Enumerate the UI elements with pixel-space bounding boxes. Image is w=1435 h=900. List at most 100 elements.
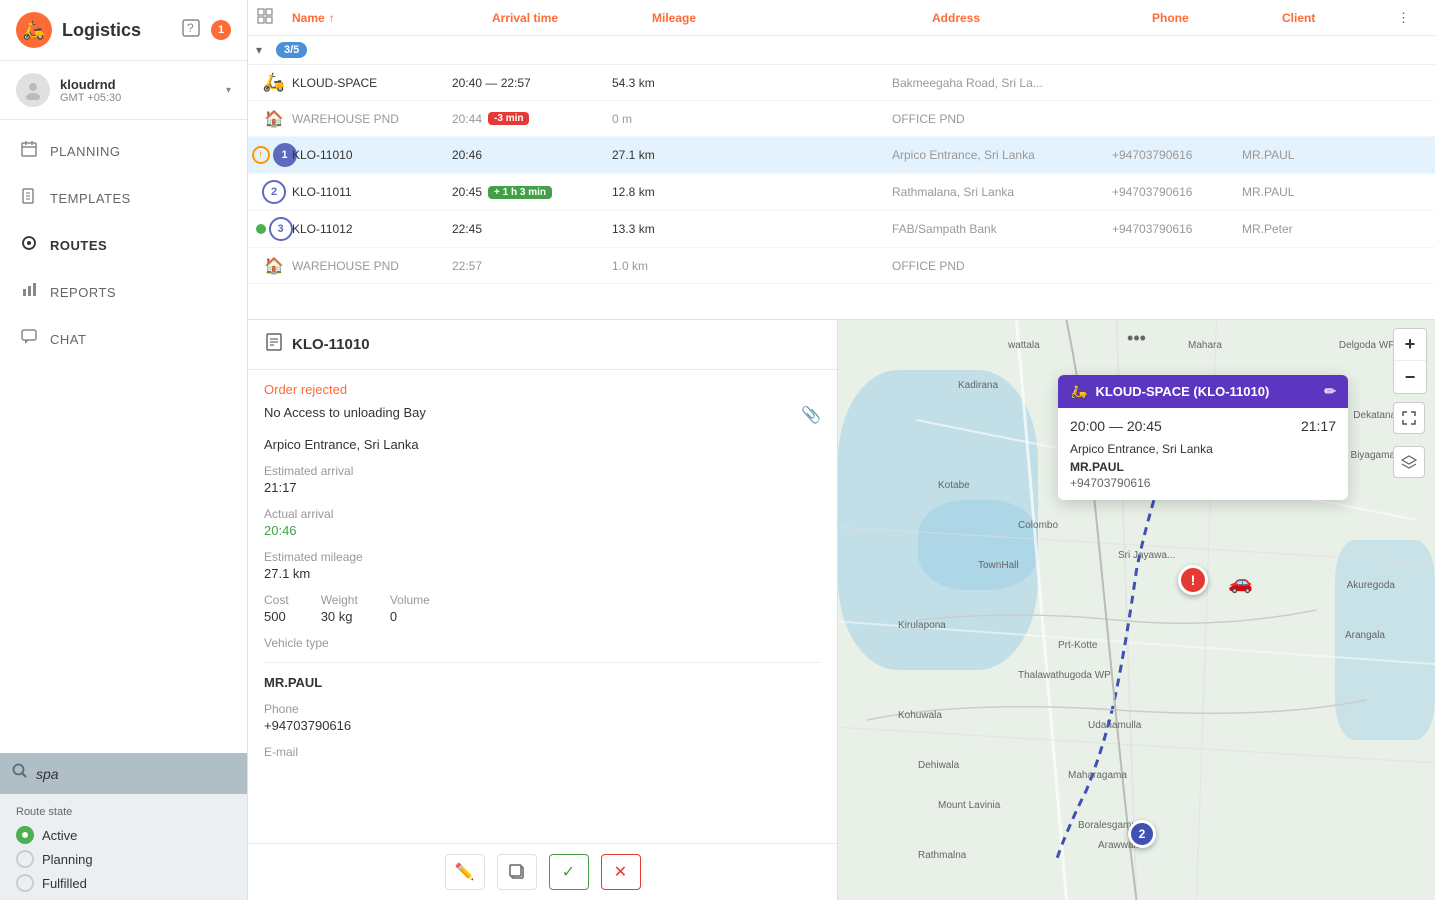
table-row[interactable]: 2 KLO-11011 20:45 + 1 h 3 min 12.8 km Ra… xyxy=(248,174,1435,211)
zoom-in-button[interactable]: + xyxy=(1394,329,1426,361)
city-kadirana: Kadirana xyxy=(958,380,998,391)
stop-mileage: 12.8 km xyxy=(612,185,892,199)
confirm-button[interactable]: ✓ xyxy=(549,854,589,890)
city-prt-kotte: Prt-Kotte xyxy=(1058,640,1097,651)
sort-icon: ↑ xyxy=(329,11,335,25)
expand-icon[interactable]: ▾ xyxy=(256,43,276,57)
search-input[interactable] xyxy=(36,766,235,782)
city-mtlavinia: Mount Lavinia xyxy=(938,800,1000,811)
popup-phone: +94703790616 xyxy=(1070,476,1336,490)
map-bg: wattala Mahara Delgoda WP Kadirana Kirib… xyxy=(838,320,1435,900)
sidebar-item-label-routes: ROUTES xyxy=(50,238,107,253)
sidebar-item-label-planning: PLANNING xyxy=(50,144,120,159)
stop-name: KLO-11012 xyxy=(292,222,452,236)
attach-icon[interactable]: 📎 xyxy=(801,405,821,425)
city-delgoda: Delgoda WP xyxy=(1339,340,1395,351)
stop-address: OFFICE PND xyxy=(892,259,1112,273)
city-arangala: Arangala xyxy=(1345,630,1385,641)
map-pin-2[interactable]: 2 xyxy=(1128,820,1156,848)
stop-indicator: 3 xyxy=(256,217,292,241)
email-field: E-mail xyxy=(264,745,821,759)
warehouse-icon: 🏠 xyxy=(264,109,284,129)
city-srijayawa: Sri Jayawa... xyxy=(1118,550,1175,561)
table-row[interactable]: 🏠 WAREHOUSE PND 20:44 -3 min 0 m OFFICE … xyxy=(248,101,1435,137)
stop-indicator: 🛵 xyxy=(256,72,292,93)
table-header-row: Name ↑ Arrival time Mileage Address Phon… xyxy=(248,0,1435,36)
cancel-button[interactable]: ✕ xyxy=(601,854,641,890)
popup-actual-time: 21:17 xyxy=(1301,418,1336,434)
green-dot xyxy=(256,224,266,234)
table-row[interactable]: 🛵 KLOUD-SPACE 20:40 — 22:57 54.3 km Bakm… xyxy=(248,65,1435,101)
map-section[interactable]: wattala Mahara Delgoda WP Kadirana Kirib… xyxy=(838,320,1435,900)
col-header-phone[interactable]: Phone xyxy=(1152,11,1282,25)
col-header-address[interactable]: Address xyxy=(932,11,1152,25)
detail-footer: ✏️ ✓ ✕ xyxy=(248,843,837,900)
divider xyxy=(264,662,821,663)
alert-pin: ! xyxy=(1178,565,1208,595)
radio-fulfilled-label: Fulfilled xyxy=(42,876,87,891)
user-section: kloudrnd GMT +05:30 ▾ xyxy=(0,61,247,120)
map-popup: 🛵 KLOUD-SPACE (KLO-11010) ✏ 20:00 — 20:4… xyxy=(1058,375,1348,500)
header-icons: ? 1 xyxy=(179,16,231,45)
planning-icon xyxy=(20,140,38,163)
detail-body: Order rejected No Access to unloading Ba… xyxy=(248,370,837,843)
sidebar-item-routes[interactable]: ROUTES xyxy=(0,222,247,269)
edit-button[interactable]: ✏️ xyxy=(445,854,485,890)
route-state-label: Route state xyxy=(16,806,231,818)
stop-arrival: 20:45 + 1 h 3 min xyxy=(452,185,612,199)
time-badge-green: + 1 h 3 min xyxy=(488,186,552,199)
table-row[interactable]: 🏠 WAREHOUSE PND 22:57 1.0 km OFFICE PND xyxy=(248,248,1435,284)
col-more[interactable]: ⋮ xyxy=(1397,10,1427,26)
sidebar-item-reports[interactable]: REPORTS xyxy=(0,269,247,316)
stop-address: Bakmeegaha Road, Sri La... xyxy=(892,76,1112,90)
help-button[interactable]: ? xyxy=(179,16,203,45)
layers-button[interactable] xyxy=(1393,446,1425,478)
checkbox-col xyxy=(256,7,292,28)
popup-edit-icon[interactable]: ✏ xyxy=(1324,383,1336,400)
col-header-name[interactable]: Name ↑ xyxy=(292,11,492,25)
select-all-icon[interactable] xyxy=(256,7,274,25)
col-header-mileage[interactable]: Mileage xyxy=(652,11,932,25)
table-row[interactable]: ! 1 KLO-11010 20:46 27.1 km Arpico Entra… xyxy=(248,137,1435,174)
stop-mileage: 27.1 km xyxy=(612,148,892,162)
nav-items: PLANNING TEMPLATES ROUTES xyxy=(0,120,247,753)
stop-phone: +94703790616 xyxy=(1112,222,1242,236)
popup-title: KLOUD-SPACE (KLO-11010) xyxy=(1095,384,1269,399)
radio-planning-label: Planning xyxy=(42,852,93,867)
sidebar-header: 🛵 Logistics ? 1 xyxy=(0,0,247,61)
table-row[interactable]: 3 KLO-11012 22:45 13.3 km FAB/Sampath Ba… xyxy=(248,211,1435,248)
copy-button[interactable] xyxy=(497,854,537,890)
radio-planning[interactable]: Planning xyxy=(16,850,231,868)
scooter-icon: 🛵 xyxy=(263,72,285,93)
city-thalawathugoda: Thalawathugoda WP xyxy=(1018,670,1111,681)
stop-arrival: 20:44 -3 min xyxy=(452,112,612,126)
stop-arrival: 20:46 xyxy=(452,148,612,162)
zoom-out-button[interactable]: − xyxy=(1394,361,1426,393)
radio-active[interactable]: Active xyxy=(16,826,231,844)
sidebar-item-planning[interactable]: PLANNING xyxy=(0,128,247,175)
sidebar-item-chat[interactable]: CHAT xyxy=(0,316,247,363)
truck-on-map: 🚗 xyxy=(1228,570,1253,595)
map-more-button[interactable]: ••• xyxy=(1127,328,1146,349)
stop-address: OFFICE PND xyxy=(892,112,1112,126)
col-header-arrival[interactable]: Arrival time xyxy=(492,11,652,25)
city-kohuwala: Kohuwala xyxy=(898,710,942,721)
order-status: Order rejected xyxy=(264,370,821,405)
estimated-mileage-field: Estimated mileage 27.1 km xyxy=(264,550,821,581)
map-controls: + − xyxy=(1393,328,1427,478)
city-udahamulla: Udahamulla xyxy=(1088,720,1141,731)
fullscreen-button[interactable] xyxy=(1393,402,1425,434)
user-dropdown-arrow[interactable]: ▾ xyxy=(226,85,231,96)
cost-weight-volume-fields: Cost 500 Weight 30 kg Volume 0 xyxy=(264,593,821,636)
city-colombo: Colombo xyxy=(1018,520,1058,531)
col-header-client[interactable]: Client xyxy=(1282,11,1397,25)
radio-fulfilled[interactable]: Fulfilled xyxy=(16,874,231,892)
sidebar-item-templates[interactable]: TEMPLATES xyxy=(0,175,247,222)
bottom-section: KLO-11010 Order rejected No Access to un… xyxy=(248,320,1435,900)
stop-indicator: 🏠 xyxy=(256,109,292,129)
route-badge: 3/5 xyxy=(276,42,307,58)
map-pin-1[interactable]: ! xyxy=(1178,565,1208,595)
radio-active-circle xyxy=(16,826,34,844)
order-note: No Access to unloading Bay 📎 xyxy=(264,405,821,425)
route-group-header[interactable]: ▾ 3/5 xyxy=(248,36,1435,65)
